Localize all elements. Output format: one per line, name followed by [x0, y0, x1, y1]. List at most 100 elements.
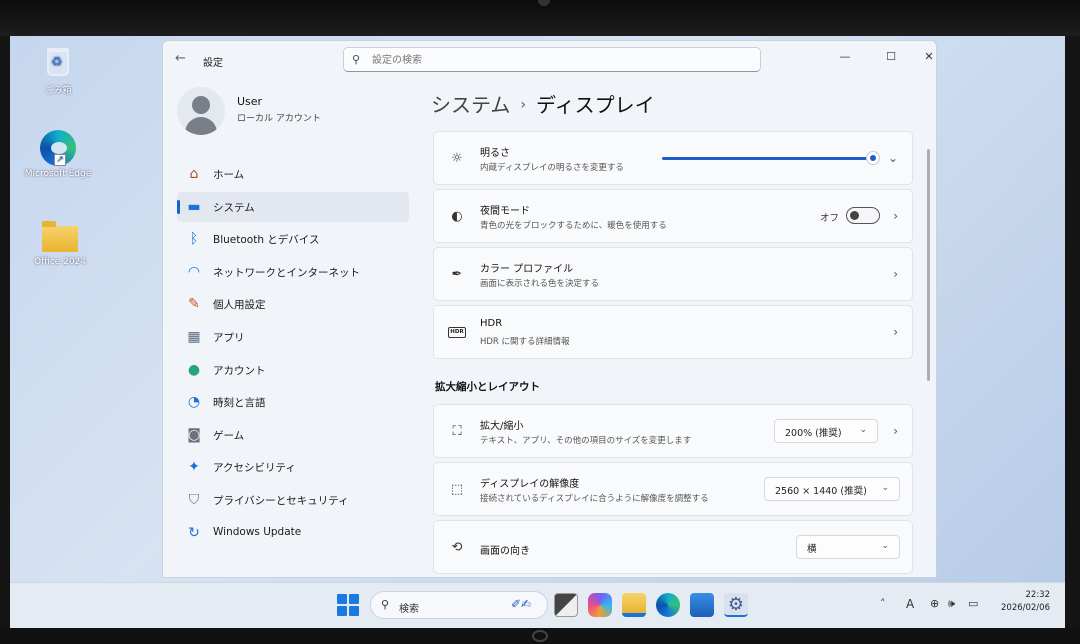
scale-icon: ⛶: [452, 424, 462, 439]
task-view-icon[interactable]: [554, 593, 578, 617]
windows-logo-icon: [349, 606, 359, 616]
desktop-icon-label: ごみ箱: [44, 86, 72, 96]
chevron-down-icon[interactable]: ⌄: [888, 151, 898, 165]
brightness-slider-thumb[interactable]: [866, 151, 880, 165]
system-clock[interactable]: 22:32 2026/02/06: [994, 589, 1050, 615]
resolution-title: ディスプレイの解像度: [480, 479, 580, 490]
ime-indicator[interactable]: A: [906, 597, 914, 611]
sidebar-item-3[interactable]: ◠ ネットワークとインターネット: [177, 257, 409, 287]
taskbar-search-label: 検索: [399, 604, 419, 615]
chevron-right-icon[interactable]: ›: [893, 424, 898, 438]
back-arrow-icon[interactable]: ←: [175, 51, 186, 66]
brightness-card[interactable]: ☼ 明るさ 内蔵ディスプレイの明るさを変更する ⌄: [433, 131, 913, 185]
clock-time: 22:32: [1025, 590, 1051, 600]
battery-icon[interactable]: ▭: [968, 597, 978, 610]
resolution-icon: ⬚: [450, 482, 464, 497]
breadcrumb-parent[interactable]: システム: [431, 93, 510, 117]
desktop-icon-label: Office 2024: [33, 257, 87, 267]
chevron-up-icon[interactable]: ˄: [880, 597, 886, 610]
night-light-toggle[interactable]: [846, 207, 880, 224]
sidebar-item-6[interactable]: ● アカウント: [177, 355, 409, 385]
edge-icon[interactable]: [656, 593, 680, 617]
settings-search-box[interactable]: ⚲: [343, 47, 761, 72]
sidebar-item-4[interactable]: ✎ 個人用設定: [177, 289, 409, 319]
store-icon[interactable]: [690, 593, 714, 617]
camera: [538, 0, 550, 6]
avatar-head: [192, 96, 210, 114]
wifi-icon: ◠: [187, 263, 201, 280]
sidebar-item-7[interactable]: ◔ 時刻と言語: [177, 387, 409, 417]
color-profile-title: カラー プロファイル: [480, 264, 574, 275]
account-icon: ●: [187, 361, 201, 378]
orientation-card[interactable]: ⟲ 画面の向き 横 ⌄: [433, 520, 913, 574]
sidebar-item-5[interactable]: ▦ アプリ: [177, 322, 409, 352]
color-profile-subtitle: 画面に表示される色を決定する: [480, 279, 600, 289]
user-account-type: ローカル アカウント: [237, 114, 321, 124]
orientation-title: 画面の向き: [480, 546, 530, 557]
chevron-down-icon: ⌄: [881, 483, 889, 493]
settings-gear-icon[interactable]: ⚙: [724, 593, 748, 617]
scale-subtitle: テキスト、アプリ、その他の項目のサイズを変更します: [480, 436, 692, 446]
hdr-subtitle: HDR に関する詳細情報: [480, 337, 570, 347]
search-icon: ⚲: [352, 53, 361, 66]
search-highlight-icon: ✐✍: [511, 597, 532, 611]
orientation-value: 横: [807, 544, 817, 555]
windows-logo-icon: [337, 606, 347, 616]
sidebar-item-2[interactable]: ᛒ Bluetooth とデバイス: [177, 224, 409, 254]
settings-content: ☼ 明るさ 内蔵ディスプレイの明るさを変更する ⌄ ◐ 夜間モード 青色の光をブ…: [433, 131, 917, 577]
title-bar[interactable]: ← 設定 ⚲ — ☐ ✕: [163, 41, 936, 77]
sidebar-item-label: Windows Update: [213, 525, 302, 538]
breadcrumb: システム › ディスプレイ: [431, 89, 655, 118]
sidebar-item-1[interactable]: ▬ システム: [177, 191, 409, 222]
desktop-icon-edge[interactable]: ↗ Microsoft Edge: [18, 130, 98, 179]
window-title: 設定: [203, 58, 223, 69]
chevron-right-icon[interactable]: ›: [893, 267, 898, 281]
hdr-card[interactable]: HDR HDR HDR に関する詳細情報 ›: [433, 305, 913, 359]
sidebar-item-11[interactable]: ↻ Windows Update: [177, 518, 409, 548]
content-scrollbar[interactable]: [927, 149, 930, 381]
bluetooth-icon: ᛒ: [189, 231, 199, 248]
scale-card[interactable]: ⛶ 拡大/縮小 テキスト、アプリ、その他の項目のサイズを変更します 200% (…: [433, 404, 913, 458]
resolution-dropdown[interactable]: 2560 × 1440 (推奨) ⌄: [764, 477, 900, 501]
sidebar-item-label: 個人用設定: [213, 299, 266, 312]
desktop-icon-office-folder[interactable]: Office 2024: [20, 218, 100, 267]
folder-icon: [42, 221, 78, 252]
breadcrumb-separator: ›: [520, 97, 527, 113]
desktop-icon-recycle-bin[interactable]: ごみ箱: [18, 44, 98, 96]
sidebar-item-8[interactable]: ◙ ゲーム: [177, 420, 409, 450]
night-light-card[interactable]: ◐ 夜間モード 青色の光をブロックするために、暖色を使用する オフ ›: [433, 189, 913, 243]
hdr-title: HDR: [480, 318, 503, 329]
chevron-right-icon[interactable]: ›: [893, 209, 898, 223]
maximize-button[interactable]: ☐: [877, 47, 905, 67]
scale-dropdown[interactable]: 200% (推奨) ⌄: [774, 419, 878, 443]
network-icon[interactable]: ⊕: [930, 597, 939, 610]
minimize-button[interactable]: —: [831, 47, 859, 67]
file-explorer-icon[interactable]: [622, 593, 646, 617]
recycle-bin-icon: [47, 48, 69, 76]
start-button[interactable]: [336, 593, 360, 617]
settings-search-input[interactable]: [372, 51, 742, 69]
resolution-card[interactable]: ⬚ ディスプレイの解像度 接続されているディスプレイに合うように解像度を調整する…: [433, 462, 913, 516]
brightness-slider-track[interactable]: [662, 157, 874, 160]
windows-logo-icon: [337, 594, 347, 604]
sidebar-item-9[interactable]: ✦ アクセシビリティ: [177, 452, 409, 482]
night-light-state: オフ: [820, 213, 840, 224]
volume-icon[interactable]: 🕪: [948, 597, 955, 611]
section-title-scale-layout: 拡大縮小とレイアウト: [435, 381, 540, 393]
sidebar-item-label: プライバシーとセキュリティ: [213, 494, 349, 507]
windows-update-icon: ↻: [188, 524, 200, 541]
taskbar: ⚲ 検索 ✐✍ ⚙ ˄ A ⊕ 🕪 ▭ 22:32 2026/02/06: [10, 582, 1065, 628]
system-icon: ▬: [187, 198, 201, 215]
user-profile[interactable]: User ローカル アカウント: [177, 87, 407, 137]
taskbar-search[interactable]: ⚲ 検索 ✐✍: [370, 591, 548, 619]
orientation-dropdown[interactable]: 横 ⌄: [796, 535, 900, 559]
color-profile-card[interactable]: ✒ カラー プロファイル 画面に表示される色を決定する ›: [433, 247, 913, 301]
user-name: User: [237, 95, 263, 108]
copilot-icon[interactable]: [588, 593, 612, 617]
globe-clock-icon: ◔: [187, 394, 201, 411]
sidebar-item-10[interactable]: ⛉ プライバシーとセキュリティ: [177, 485, 409, 515]
night-light-title: 夜間モード: [480, 206, 530, 217]
sidebar-item-0[interactable]: ⌂ ホーム: [177, 159, 409, 189]
chevron-right-icon[interactable]: ›: [893, 325, 898, 339]
close-button[interactable]: ✕: [915, 47, 936, 67]
